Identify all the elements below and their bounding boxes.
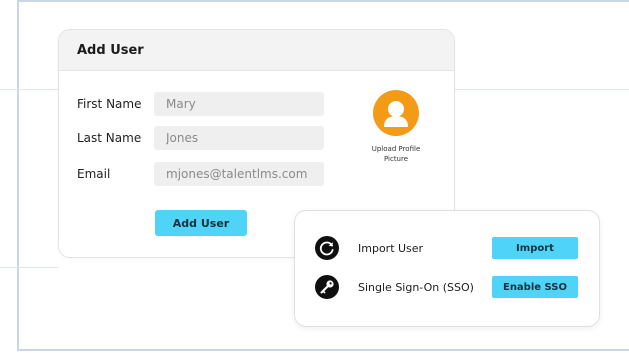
sso-row: Single Sign-On (SSO) Enable SSO <box>315 275 578 299</box>
first-name-input[interactable] <box>154 92 324 116</box>
background-divider <box>0 89 58 90</box>
email-label: Email <box>77 167 111 181</box>
import-user-row: Import User Import <box>315 236 578 260</box>
enable-sso-button[interactable]: Enable SSO <box>492 276 578 298</box>
card-title: Add User <box>77 42 144 58</box>
background-divider <box>0 267 58 268</box>
sso-label: Single Sign-On (SSO) <box>358 280 474 294</box>
user-actions-card: Import User Import Single Sign-On (SSO) … <box>294 210 600 327</box>
avatar[interactable] <box>373 90 419 136</box>
add-user-button[interactable]: Add User <box>155 210 247 236</box>
upload-profile-label: Upload Profile Picture <box>371 145 421 163</box>
last-name-input[interactable] <box>154 126 324 150</box>
import-user-label: Import User <box>358 241 424 255</box>
import-button[interactable]: Import <box>492 237 578 259</box>
background-divider <box>455 89 629 90</box>
upload-profile-picture[interactable]: Upload Profile Picture <box>359 90 433 164</box>
first-name-row: First Name <box>77 92 324 116</box>
first-name-label: First Name <box>77 97 142 111</box>
email-row: Email <box>77 162 324 186</box>
email-input[interactable] <box>154 162 324 186</box>
screen: Add User First Name Last Name Email Add … <box>0 0 629 353</box>
key-icon <box>315 275 339 299</box>
refresh-icon <box>315 236 339 260</box>
last-name-label: Last Name <box>77 131 142 145</box>
last-name-row: Last Name <box>77 126 324 150</box>
card-header: Add User <box>59 30 454 71</box>
